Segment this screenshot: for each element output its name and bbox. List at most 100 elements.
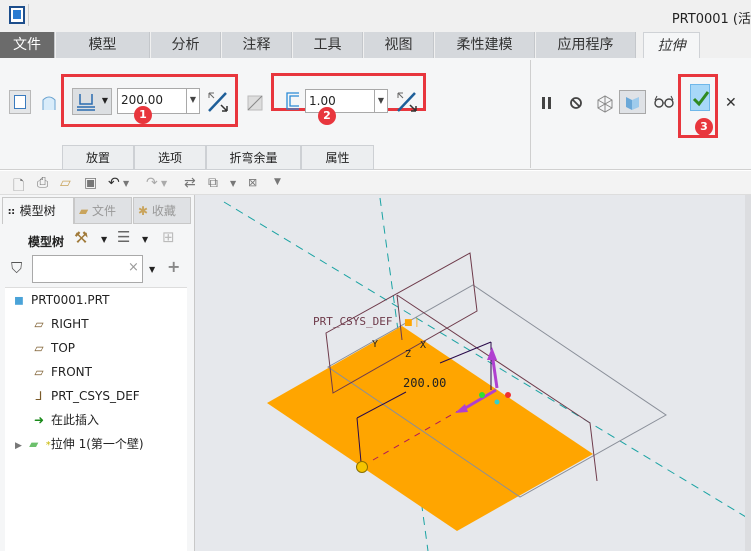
mesh-preview-icon	[597, 95, 613, 113]
chevron-down-icon[interactable]: ▼	[101, 235, 107, 244]
depth-dropdown[interactable]: ▼	[186, 88, 200, 114]
sheetmetal-wall-preview	[267, 326, 593, 531]
csys-icon: ⅃	[35, 389, 43, 403]
tab-folder-browser[interactable]: ▰ 文件	[74, 197, 132, 224]
subtab-options[interactable]: 选项	[134, 145, 206, 170]
redo-icon[interactable]: ↷	[146, 175, 158, 191]
tree-item[interactable]: ⅃ PRT_CSYS_DEF	[31, 386, 140, 406]
tab-flexible-modeling[interactable]: 柔性建模	[435, 32, 535, 58]
depth-input[interactable]: 200.00	[117, 88, 187, 114]
undo-icon[interactable]: ↶	[108, 175, 120, 191]
tab-view[interactable]: 视图	[364, 32, 434, 58]
no-preview-button[interactable]	[566, 92, 584, 112]
tree-item[interactable]: ▶ ▰ *拉伸 1(第一个壁)	[15, 434, 144, 454]
checkmark-icon	[692, 91, 710, 107]
favorites-folder-icon: ✱	[138, 204, 152, 218]
thickness-input[interactable]: 1.00	[305, 89, 375, 113]
flip-direction-icon	[397, 92, 417, 112]
blind-depth-icon	[77, 94, 95, 111]
open-folder-icon[interactable]: ▱	[60, 175, 71, 191]
depth-option-dropdown[interactable]: ▼	[72, 88, 112, 115]
ribbon: ▼ 200.00 ▼ 1 1.00 ▼ 2 放置 选项 折弯余量 属性 3 ✕	[0, 58, 751, 170]
chevron-down-icon[interactable]: ▼	[161, 179, 167, 188]
tab-model[interactable]: 模型	[56, 32, 150, 58]
surface-icon	[42, 96, 56, 110]
extrude-wall-icon: ▰	[29, 437, 39, 451]
tab-applications[interactable]: 应用程序	[536, 32, 636, 58]
print-icon[interactable]: ⎙	[37, 175, 48, 191]
tab-analysis[interactable]: 分析	[151, 32, 221, 58]
z-axis-label: Z	[405, 349, 411, 360]
tab-favorites[interactable]: ✱ 收藏	[133, 197, 191, 224]
ok-button[interactable]	[690, 84, 710, 111]
thicken-sketch-button[interactable]	[282, 89, 302, 111]
menu-tab-bar: 文件 模型 分析 注释 工具 视图 柔性建模 应用程序 拉伸	[0, 32, 751, 58]
expand-arrow-icon[interactable]: ▶	[15, 441, 22, 451]
flip-direction-icon	[208, 92, 228, 112]
chevron-down-icon[interactable]: ▼	[149, 265, 155, 274]
quick-access-toolbar: 🗋 ⎙ ▱ ▣ ↶ ▼ ↷ ▼ ⇄ ⧉ ▼ ⊠ ▼	[0, 171, 751, 195]
tree-item[interactable]: ▱ RIGHT	[31, 314, 88, 334]
model-tree-label: 模型树	[28, 235, 65, 249]
hide-items-icon[interactable]: ⊞	[162, 228, 175, 246]
surface-button[interactable]	[38, 92, 58, 112]
flip-thickness-direction-button[interactable]	[393, 88, 419, 114]
divider	[530, 60, 531, 168]
remove-material-icon	[247, 95, 263, 111]
clear-icon[interactable]: ×	[128, 260, 139, 275]
chevron-down-icon[interactable]: ▼	[123, 179, 129, 188]
datum-plane-icon: ▱	[34, 341, 44, 355]
subtab-bend-allowance[interactable]: 折弯余量	[206, 145, 301, 170]
subtab-placement[interactable]: 放置	[62, 145, 134, 170]
graphics-viewport[interactable]: PRT_CSYS_DEF ■ | Y X Z 200.00	[195, 195, 751, 551]
thickness-dropdown[interactable]: ▼	[374, 89, 388, 113]
verify-glasses-button[interactable]	[651, 92, 675, 110]
pause-button[interactable]	[538, 92, 554, 112]
model-tree: ◼ PRT0001.PRT ▱ RIGHT ▱ TOP ▱ FRONT ⅃ PRT_CSY…	[5, 287, 187, 551]
regenerate-icon[interactable]: ⇄	[184, 175, 196, 191]
chevron-down-icon[interactable]: ▼	[230, 179, 236, 188]
y-axis-label: Y	[372, 339, 378, 350]
show-list-icon[interactable]: ☰	[117, 228, 130, 246]
model-graphics: PRT_CSYS_DEF ■ | Y X Z 200.00	[223, 197, 751, 551]
edge-handle	[356, 461, 368, 473]
subtab-properties[interactable]: 属性	[301, 145, 374, 170]
tab-annotate[interactable]: 注释	[222, 32, 292, 58]
windows-icon[interactable]: ⧉	[208, 175, 218, 191]
cancel-button[interactable]: ✕	[724, 94, 738, 111]
tab-extrude[interactable]: 拉伸	[643, 32, 700, 58]
close-window-icon[interactable]: ⊠	[248, 176, 257, 189]
insert-here-arrow-icon: ➜	[33, 413, 45, 427]
separate-preview-button[interactable]	[593, 91, 615, 113]
flip-depth-direction-button[interactable]	[204, 88, 230, 114]
customize-toolbar-icon[interactable]: ▼	[274, 177, 281, 187]
thicken-icon	[286, 92, 299, 110]
folder-icon: ▰	[79, 204, 93, 218]
csys-label: PRT_CSYS_DEF	[313, 315, 392, 328]
add-filter-icon[interactable]: +	[167, 257, 180, 276]
window-title: PRT0001 (活	[671, 12, 751, 27]
tab-file[interactable]: 文件	[0, 32, 55, 58]
tree-item[interactable]: ▱ TOP	[31, 338, 75, 358]
pause-icon	[542, 97, 551, 109]
solid-button[interactable]	[9, 90, 31, 114]
tree-item[interactable]: ➜ 在此插入	[31, 410, 99, 430]
verify-preview-button[interactable]	[619, 90, 646, 114]
datum-plane-icon: ▱	[34, 317, 44, 331]
chevron-down-icon[interactable]: ▼	[142, 235, 148, 244]
tree-item[interactable]: ◼ PRT0001.PRT	[11, 290, 109, 310]
tree-search-input[interactable]	[32, 255, 143, 283]
settings-tools-icon[interactable]: ⚒	[74, 228, 88, 247]
step-badge-1: 1	[134, 106, 152, 124]
filter-icon[interactable]: ⛉	[11, 259, 22, 277]
remove-material-button[interactable]	[244, 92, 264, 112]
depth-dimension-label: 200.00	[403, 376, 446, 390]
tab-model-tree[interactable]: ⠶ 模型树	[2, 197, 74, 224]
x-axis-label: X	[420, 340, 426, 351]
save-icon[interactable]: ▣	[84, 175, 97, 191]
scrollbar[interactable]	[745, 195, 751, 551]
glasses-icon	[654, 95, 674, 108]
app-icon[interactable]	[9, 6, 25, 24]
tree-item[interactable]: ▱ FRONT	[31, 362, 92, 382]
tab-tools[interactable]: 工具	[293, 32, 363, 58]
